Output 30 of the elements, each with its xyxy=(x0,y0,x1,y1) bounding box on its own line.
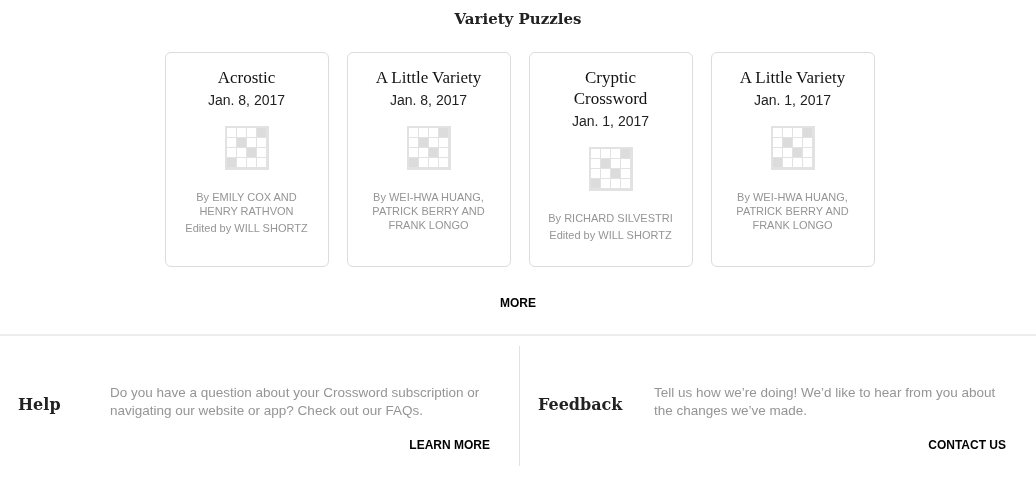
more-link[interactable]: MORE xyxy=(500,296,536,310)
puzzle-title: A Little Variety xyxy=(374,67,483,88)
crossword-grid-icon xyxy=(770,126,815,170)
puzzle-title: A Little Variety xyxy=(738,67,847,88)
puzzle-card[interactable]: A Little Variety Jan. 1, 2017 By WEI-HWA HUANG, PATRICK BERRY AND FRANK LONGO xyxy=(710,52,875,267)
crossword-grid-icon xyxy=(406,126,451,170)
crossword-grid-icon xyxy=(588,147,633,191)
crossword-grid-icon xyxy=(224,126,269,170)
puzzle-date: Jan. 8, 2017 xyxy=(389,92,468,108)
puzzle-editor: Edited by WILL SHORTZ xyxy=(549,228,672,242)
puzzle-byline: By RICHARD SILVESTRI xyxy=(547,211,674,225)
puzzle-byline: By WEI-HWA HUANG, PATRICK BERRY AND FRANK LONGO xyxy=(371,190,486,232)
footer-text: Tell us how we’re doing! We’d like to hear from you about the changes we’ve made. xyxy=(654,384,997,420)
section-title: Variety Puzzles xyxy=(453,9,583,30)
footer-link[interactable]: CONTACT US xyxy=(928,438,1006,452)
puzzle-editor: Edited by WILL SHORTZ xyxy=(185,221,308,235)
puzzle-date: Jan. 1, 2017 xyxy=(753,92,832,108)
puzzle-byline: By WEI-HWA HUANG, PATRICK BERRY AND FRANK LONGO xyxy=(735,190,850,232)
puzzle-card[interactable]: Acrostic Jan. 8, 2017 By EMILY COX AND HENRY RATHVON Edited by WILL SHORTZ xyxy=(164,52,329,267)
puzzle-date: Jan. 8, 2017 xyxy=(207,92,286,108)
footer-text: Do you have a question about your Crossword subscription or navigating our website or app? Check out our FAQs. xyxy=(110,384,481,420)
puzzle-card[interactable]: A Little Variety Jan. 8, 2017 By WEI-HWA HUANG, PATRICK BERRY AND FRANK LONGO xyxy=(346,52,511,267)
puzzle-byline: By EMILY COX AND HENRY RATHVON xyxy=(195,190,298,218)
puzzle-card[interactable]: Cryptic Crossword Jan. 1, 2017 By RICHARD SILVESTRI Edited by WILL SHORTZ xyxy=(528,52,693,267)
puzzle-date: Jan. 1, 2017 xyxy=(571,113,650,129)
footer-link[interactable]: LEARN MORE xyxy=(409,438,490,452)
footer-heading: Feedback xyxy=(538,394,624,414)
footer-heading: Help xyxy=(18,394,62,414)
puzzle-title: Acrostic xyxy=(216,67,277,88)
puzzle-title: Cryptic Crossword xyxy=(572,67,649,109)
